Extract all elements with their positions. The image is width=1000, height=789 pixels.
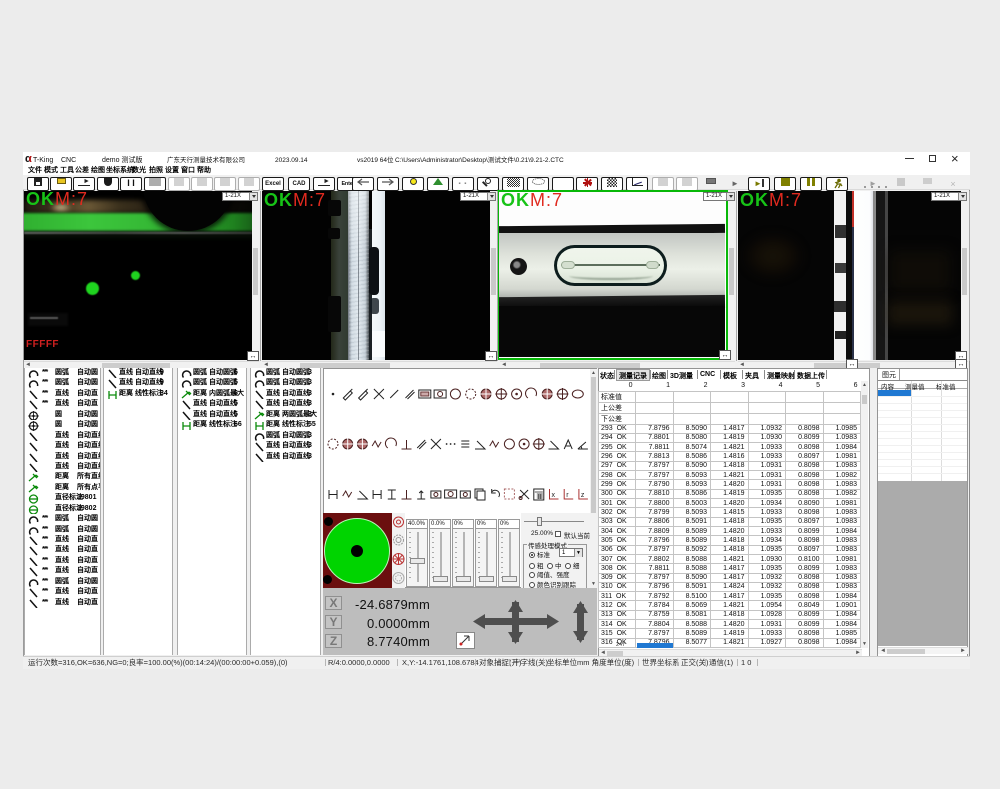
- svg-text:z: z: [581, 492, 585, 499]
- svg-text:x: x: [552, 492, 556, 499]
- svg-text:r: r: [566, 492, 569, 499]
